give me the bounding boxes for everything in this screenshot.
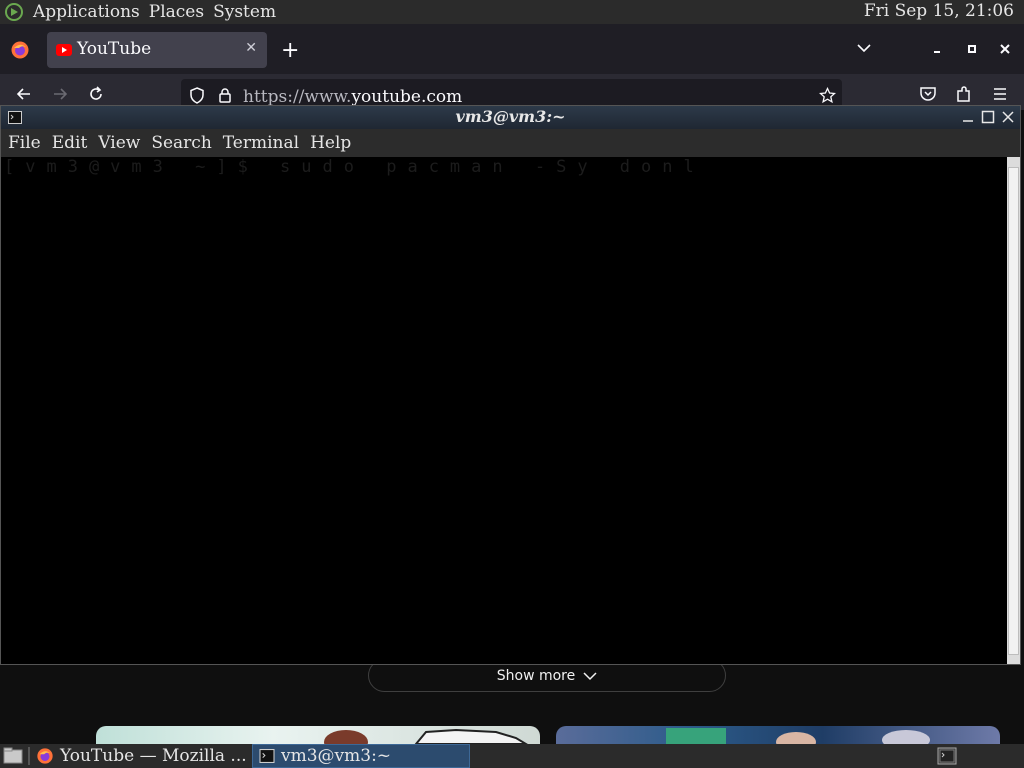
- thumbnail-art: [666, 728, 930, 744]
- terminal-command-line: [vm3@vm3 ~]$ sudo pacman -Sy donl: [4, 157, 705, 177]
- tab-close-icon[interactable]: ✕: [245, 40, 257, 56]
- top-panel: Applications Places System Fri Sep 15, 2…: [0, 0, 1024, 24]
- youtube-favicon-icon: [56, 44, 72, 56]
- taskbar-separator: [28, 747, 30, 765]
- url-domain: youtube.com: [351, 87, 463, 107]
- terminal-minimize-icon[interactable]: [961, 110, 975, 124]
- maximize-icon[interactable]: [965, 42, 979, 56]
- menu-places[interactable]: Places: [149, 2, 204, 22]
- url-prefix: https://www.: [243, 87, 352, 107]
- video-thumbnail[interactable]: [556, 726, 1000, 744]
- taskbar-terminal-label: vm3@vm3:~: [281, 746, 392, 766]
- taskbar-firefox[interactable]: YouTube — Mozilla ...: [36, 744, 248, 768]
- show-more-label: Show more: [496, 667, 576, 684]
- menu-help[interactable]: Help: [310, 133, 351, 153]
- terminal-close-icon[interactable]: [1001, 110, 1015, 124]
- extensions-puzzle-icon[interactable]: [954, 84, 974, 104]
- video-thumbnail[interactable]: [96, 726, 540, 744]
- chevron-down-icon: [583, 671, 597, 680]
- bottom-taskbar: YouTube — Mozilla ... vm3@vm3:~: [0, 744, 1024, 768]
- terminal-maximize-icon[interactable]: [981, 110, 995, 124]
- taskbar-terminal[interactable]: vm3@vm3:~: [252, 744, 470, 768]
- taskbar-firefox-label: YouTube — Mozilla ...: [60, 746, 247, 766]
- distro-logo-icon[interactable]: [4, 2, 24, 22]
- workspace-switcher-icon[interactable]: [937, 747, 957, 765]
- terminal-menubar: File Edit View Search Terminal Help: [1, 129, 1020, 157]
- hamburger-menu-icon[interactable]: [990, 84, 1010, 104]
- close-window-icon[interactable]: [998, 42, 1012, 56]
- show-desktop-icon[interactable]: [3, 747, 23, 765]
- terminal-scrollbar[interactable]: [1007, 157, 1020, 664]
- list-all-tabs-icon[interactable]: [856, 40, 872, 56]
- menu-terminal[interactable]: Terminal: [223, 133, 299, 153]
- firefox-logo-icon: [37, 748, 53, 764]
- reload-icon[interactable]: [86, 84, 106, 104]
- firefox-logo-icon[interactable]: [10, 40, 30, 60]
- forward-arrow-icon[interactable]: [50, 84, 70, 104]
- url-text: https://www.youtube.com: [243, 87, 462, 107]
- lock-icon[interactable]: [218, 87, 232, 104]
- tracking-protection-shield-icon[interactable]: [189, 87, 205, 104]
- pocket-icon[interactable]: [918, 84, 938, 104]
- terminal-title: vm3@vm3:~: [455, 107, 566, 126]
- menu-file[interactable]: File: [8, 133, 41, 153]
- scrollbar-thumb[interactable]: [1008, 167, 1019, 655]
- tab-title: YouTube: [77, 39, 152, 59]
- menu-edit[interactable]: Edit: [52, 133, 88, 153]
- menu-system[interactable]: System: [213, 2, 276, 22]
- tab-youtube[interactable]: YouTube ✕: [47, 32, 267, 68]
- back-arrow-icon[interactable]: [14, 84, 34, 104]
- terminal-titlebar[interactable]: vm3@vm3:~: [1, 106, 1020, 129]
- panel-menu: Applications Places System: [4, 2, 276, 22]
- clock[interactable]: Fri Sep 15, 21:06: [864, 1, 1014, 21]
- terminal-window[interactable]: vm3@vm3:~ File Edit View Search Terminal…: [0, 105, 1021, 665]
- firefox-tabbar: YouTube ✕ +: [0, 24, 1024, 74]
- menu-search[interactable]: Search: [151, 133, 211, 153]
- terminal-app-icon: [259, 749, 275, 763]
- thumbnail-art: [324, 728, 528, 744]
- bookmark-star-icon[interactable]: [819, 87, 836, 104]
- menu-view[interactable]: View: [98, 133, 140, 153]
- new-tab-button[interactable]: +: [281, 38, 299, 63]
- menu-applications[interactable]: Applications: [33, 2, 140, 22]
- minimize-icon[interactable]: [930, 42, 944, 56]
- terminal-output[interactable]: [vm3@vm3 ~]$ sudo pacman -Sy donl: [1, 157, 1006, 664]
